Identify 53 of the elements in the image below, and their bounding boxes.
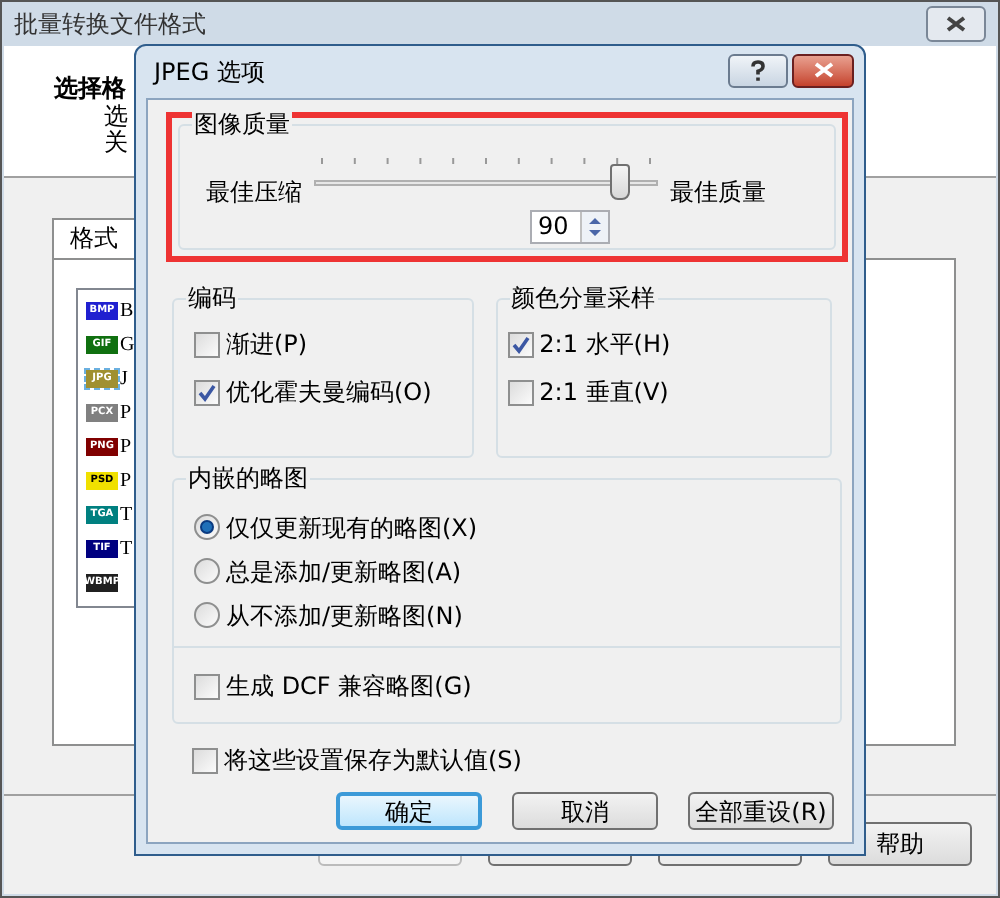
format-name[interactable]: T: [120, 534, 133, 564]
close-icon: [813, 62, 833, 78]
slider-thumb[interactable]: [610, 164, 631, 200]
checkbox[interactable]: [507, 379, 534, 405]
format-name[interactable]: P: [120, 432, 132, 462]
checkmark-icon: [198, 383, 216, 401]
format-name[interactable]: P: [120, 398, 132, 428]
wizard-heading: 选择格: [54, 74, 126, 104]
quality-value: 90: [536, 212, 571, 242]
help-button[interactable]: [728, 53, 788, 87]
wizard-description: 选: [104, 104, 128, 130]
radio-label: 从不添加/更新略图(N): [226, 599, 463, 633]
max-label: 最佳质量: [670, 176, 766, 210]
group-title: 编码: [186, 284, 238, 312]
checkbox-label: 2:1 垂直(V): [539, 376, 669, 410]
format-name[interactable]: J: [120, 364, 128, 394]
format-name[interactable]: T: [120, 500, 133, 530]
dialog-button[interactable]: 取消: [512, 792, 658, 830]
group-title: 内嵌的略图: [186, 464, 310, 492]
radio-button[interactable]: [194, 514, 220, 540]
checkbox-label: 优化霍夫曼编码(O): [226, 376, 432, 410]
group-title: 图像质量: [192, 110, 292, 138]
wizard-description: 关: [104, 130, 128, 156]
dialog-title: JPEG 选项: [154, 56, 265, 90]
quality-spinbox[interactable]: 90: [530, 210, 610, 244]
spin-arrows-icon[interactable]: [580, 212, 608, 242]
quality-slider[interactable]: [314, 152, 658, 204]
close-icon: [946, 16, 966, 32]
radio-button[interactable]: [194, 558, 220, 584]
checkbox-label: 渐进(P): [226, 328, 308, 362]
checkbox-label: 2:1 水平(H): [539, 328, 671, 362]
dialog-button[interactable]: 确定: [336, 792, 482, 830]
min-label: 最佳压缩: [206, 176, 302, 210]
checkmark-icon: [511, 335, 530, 353]
question-icon: [750, 59, 766, 81]
radio-label: 总是添加/更新略图(A): [226, 555, 462, 589]
checkbox[interactable]: [194, 331, 220, 357]
dialog-button[interactable]: 全部重设(R): [688, 792, 834, 830]
checkbox[interactable]: [507, 331, 534, 357]
format-name[interactable]: P: [120, 466, 132, 496]
close-button[interactable]: [926, 6, 986, 42]
radio-button[interactable]: [194, 602, 220, 628]
window-title: 批量转换文件格式: [14, 8, 206, 42]
group-title: 颜色分量采样: [509, 284, 658, 312]
checkbox-label: 生成 DCF 兼容略图(G): [226, 670, 472, 704]
format-name[interactable]: B: [120, 296, 134, 326]
radio-label: 仅仅更新现有的略图(X): [226, 511, 478, 545]
close-button[interactable]: [792, 53, 854, 87]
checkbox-label: 将这些设置保存为默认值(S): [224, 744, 522, 778]
checkbox[interactable]: [194, 673, 220, 699]
checkbox[interactable]: [192, 747, 218, 773]
checkbox[interactable]: [194, 379, 220, 405]
format-name[interactable]: G: [120, 330, 135, 360]
